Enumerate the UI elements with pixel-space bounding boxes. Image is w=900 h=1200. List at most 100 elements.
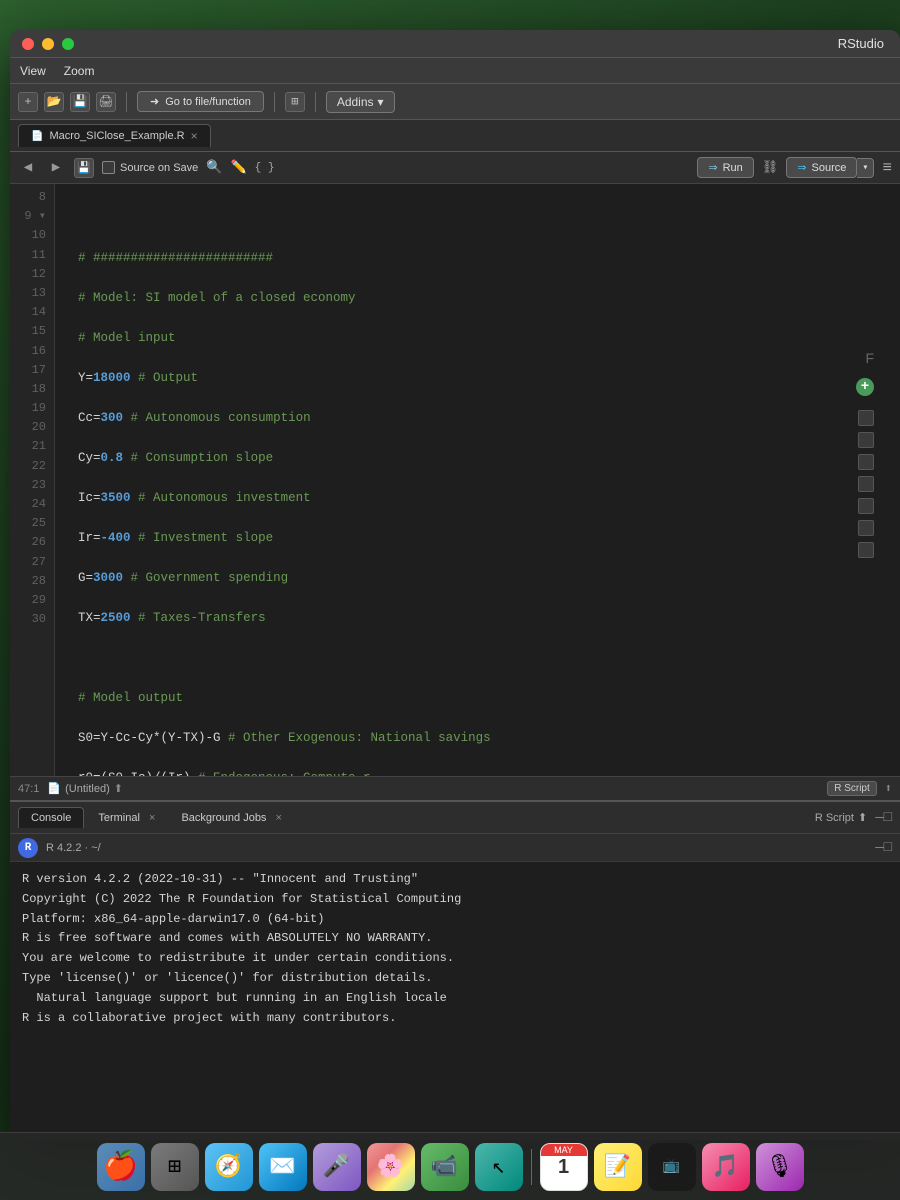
code-line-10: # Model: SI model of a closed economy bbox=[63, 288, 892, 308]
dock-appletv[interactable]: 📺 bbox=[648, 1143, 696, 1191]
source-on-save-container: Source on Save bbox=[102, 161, 198, 174]
code-line-14: Cy=0.8 # Consumption slope bbox=[63, 448, 892, 468]
dock-podcast[interactable]: 🎙 bbox=[756, 1143, 804, 1191]
toolbar-print-icon[interactable]: 🖨 bbox=[96, 92, 116, 112]
sidebar-icon-6[interactable] bbox=[858, 520, 874, 536]
script-dropdown-icon[interactable]: ⬆ bbox=[885, 781, 892, 796]
dock-calendar[interactable]: MAY 1 bbox=[540, 1143, 588, 1191]
console-r-script-arrow: ⬆ bbox=[858, 811, 867, 824]
calendar-day: 1 bbox=[558, 1156, 569, 1177]
run-arrow-icon: ⇒ bbox=[708, 161, 717, 174]
code-icon[interactable]: { } bbox=[255, 162, 275, 174]
tab-terminal-label: Terminal bbox=[98, 812, 140, 824]
console-minimize-icon[interactable]: —□ bbox=[875, 810, 892, 826]
code-content[interactable]: # ######################## # Model: SI m… bbox=[55, 184, 900, 776]
r-logo: R bbox=[18, 838, 38, 858]
toolbar-save-icon[interactable]: 💾 bbox=[70, 92, 90, 112]
sidebar-icon-7[interactable] bbox=[858, 542, 874, 558]
editor-tab-bar: 📄 Macro_SIClose_Example.R × bbox=[10, 120, 900, 152]
console-output[interactable]: R version 4.2.2 (2022-10-31) -- "Innocen… bbox=[10, 862, 900, 1140]
save-small-icon[interactable]: 💾 bbox=[74, 158, 94, 178]
goto-file-button[interactable]: ➜ Go to file/function bbox=[137, 91, 264, 112]
dock-facetime[interactable]: 📹 bbox=[421, 1143, 469, 1191]
edit-icon[interactable]: ✏️ bbox=[230, 160, 246, 175]
toolbar-open-icon[interactable]: 📂 bbox=[44, 92, 64, 112]
dock-safari[interactable]: 🧭 bbox=[205, 1143, 253, 1191]
dock-finder[interactable]: 🍎 bbox=[97, 1143, 145, 1191]
sidebar-icon-1[interactable] bbox=[858, 410, 874, 426]
app-title: RStudio bbox=[838, 36, 884, 51]
chain-icon[interactable]: ⛓ bbox=[762, 160, 779, 175]
nav-back-icon[interactable]: ◀ bbox=[18, 158, 38, 178]
sidebar-icon-3[interactable] bbox=[858, 454, 874, 470]
console-r-script-badge: R Script ⬆ bbox=[815, 811, 867, 824]
addins-label: Addins bbox=[337, 95, 374, 109]
calendar-inner: MAY 1 bbox=[541, 1144, 587, 1190]
tab-console[interactable]: Console bbox=[18, 807, 84, 828]
appletv-icon: 📺 bbox=[663, 1158, 680, 1175]
podcast-icon: 🎙 bbox=[766, 1154, 794, 1180]
source-on-save-label: Source on Save bbox=[120, 162, 198, 174]
close-button[interactable] bbox=[22, 38, 34, 50]
minimize-button[interactable] bbox=[42, 38, 54, 50]
console-line-7: Type 'license()' or 'licence()' for dist… bbox=[22, 969, 888, 989]
file-name: (Untitled) bbox=[65, 783, 110, 795]
photos-icon: 🌸 bbox=[377, 1154, 404, 1180]
source-on-save-checkbox[interactable] bbox=[102, 161, 115, 174]
hamburger-icon[interactable]: ≡ bbox=[882, 159, 892, 177]
dock-notes[interactable]: 📝 bbox=[594, 1143, 642, 1191]
source-label: Source bbox=[812, 162, 847, 174]
tab-bgjobs-label: Background Jobs bbox=[181, 812, 266, 824]
toolbar-grid-icon[interactable]: ⊞ bbox=[285, 92, 305, 112]
code-line-17: G=3000 # Government spending bbox=[63, 568, 892, 588]
maximize-button[interactable] bbox=[62, 38, 74, 50]
dock-music[interactable]: 🎵 bbox=[702, 1143, 750, 1191]
rstudio-window: RStudio View Zoom + 📂 💾 🖨 ➜ Go to file/f… bbox=[10, 30, 900, 1140]
sidebar-icon-4[interactable] bbox=[858, 476, 874, 492]
tab-console-label: Console bbox=[31, 812, 71, 824]
dock-cursor[interactable]: ↖ bbox=[475, 1143, 523, 1191]
editor-status-bar: 47:1 📄 (Untitled) ⬆ R Script ⬆ bbox=[10, 776, 900, 800]
dock-launchpad[interactable]: ⊞ bbox=[151, 1143, 199, 1191]
arrow-icon: ➜ bbox=[150, 95, 159, 108]
global-toolbar: + 📂 💾 🖨 ➜ Go to file/function ⊞ Addins ▾ bbox=[10, 84, 900, 120]
sidebar-icon-2[interactable] bbox=[858, 432, 874, 448]
addins-button[interactable]: Addins ▾ bbox=[326, 91, 395, 113]
run-button[interactable]: ⇒ Run bbox=[697, 157, 753, 178]
toolbar-new-icon[interactable]: + bbox=[18, 92, 38, 112]
tab-filename: Macro_SIClose_Example.R bbox=[49, 130, 184, 142]
dock-photos[interactable]: 🌸 bbox=[367, 1143, 415, 1191]
launchpad-icon: ⊞ bbox=[168, 1154, 181, 1180]
search-icon[interactable]: 🔍 bbox=[206, 160, 222, 175]
mail-icon: ✉️ bbox=[269, 1154, 296, 1180]
tab-background-jobs[interactable]: Background Jobs × bbox=[169, 808, 294, 828]
sidebar-icon-5[interactable] bbox=[858, 498, 874, 514]
tab-terminal-close[interactable]: × bbox=[149, 812, 155, 824]
code-editor[interactable]: 8 9 ▾ 10 11 12 13 14 15 16 17 18 19 20 2… bbox=[10, 184, 900, 776]
tab-close-btn[interactable]: × bbox=[191, 129, 198, 143]
safari-icon: 🧭 bbox=[215, 1154, 242, 1180]
source-button[interactable]: ⇒ Source bbox=[786, 157, 857, 178]
file-nav-icon: ⬆ bbox=[114, 782, 123, 795]
console-resize-icon[interactable]: —□ bbox=[875, 840, 892, 856]
tab-bgjobs-close[interactable]: × bbox=[276, 812, 282, 824]
dock-mail[interactable]: ✉️ bbox=[259, 1143, 307, 1191]
notes-icon: 📝 bbox=[604, 1154, 631, 1180]
code-line-18: TX=2500 # Taxes-Transfers bbox=[63, 608, 892, 628]
menu-view[interactable]: View bbox=[20, 64, 46, 78]
nav-forward-icon[interactable]: ▶ bbox=[46, 158, 66, 178]
menu-bar: View Zoom bbox=[10, 58, 900, 84]
tab-terminal[interactable]: Terminal × bbox=[86, 808, 167, 828]
tab-icon: 📄 bbox=[31, 131, 43, 142]
music-icon: 🎵 bbox=[712, 1154, 739, 1180]
code-line-16: Ir=-400 # Investment slope bbox=[63, 528, 892, 548]
toolbar-separator-1 bbox=[126, 92, 127, 112]
dock-separator bbox=[531, 1149, 532, 1185]
plus-icon[interactable]: + bbox=[856, 378, 874, 396]
menu-zoom[interactable]: Zoom bbox=[64, 64, 95, 78]
editor-tab-macro[interactable]: 📄 Macro_SIClose_Example.R × bbox=[18, 124, 211, 147]
source-dropdown-btn[interactable]: ▾ bbox=[857, 158, 874, 178]
console-line-5: R is free software and comes with ABSOLU… bbox=[22, 929, 888, 949]
siri-icon: 🎤 bbox=[323, 1154, 350, 1180]
dock-siri[interactable]: 🎤 bbox=[313, 1143, 361, 1191]
